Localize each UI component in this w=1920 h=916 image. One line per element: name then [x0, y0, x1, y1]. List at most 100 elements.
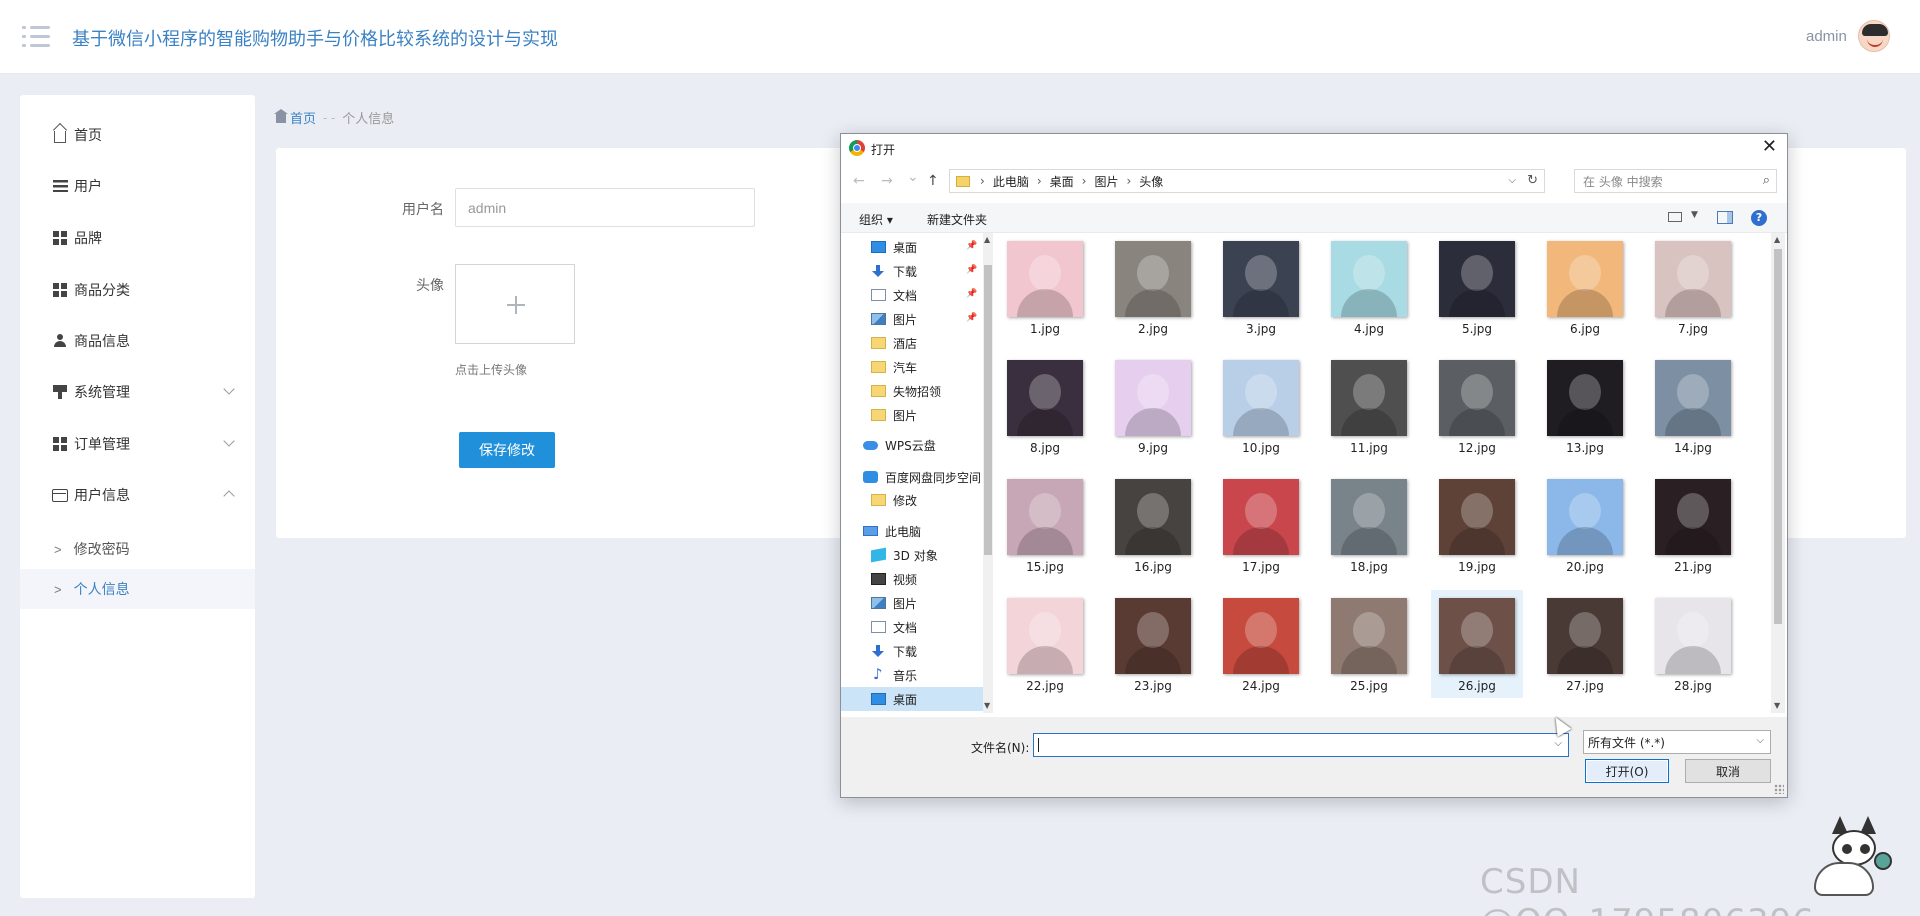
path-crumb[interactable]: 图片 [1094, 173, 1118, 190]
chevron-down-icon[interactable]: ⌵ [1508, 175, 1516, 186]
avatar-upload-box[interactable] [455, 264, 575, 344]
file-item[interactable]: 24.jpg [1215, 590, 1307, 698]
sidebar-item-label: 商品信息 [74, 333, 130, 349]
file-item[interactable]: 12.jpg [1431, 352, 1523, 460]
path-crumb[interactable]: 此电脑 [993, 173, 1029, 190]
chevron-down-icon[interactable]: ⌵ [1554, 738, 1562, 749]
file-item[interactable]: 22.jpg [999, 590, 1091, 698]
tree-item[interactable]: 视频 [841, 567, 983, 591]
username-input[interactable]: admin [455, 188, 755, 227]
tree-item[interactable]: 音乐 [841, 663, 983, 687]
search-input[interactable]: 在 头像 中搜索 ⌕ [1574, 169, 1777, 193]
tree-item[interactable]: 图片 [841, 591, 983, 615]
file-item[interactable]: 9.jpg [1107, 352, 1199, 460]
file-item[interactable]: 28.jpg [1647, 590, 1739, 698]
file-item[interactable]: 26.jpg [1431, 590, 1523, 698]
scroll-thumb[interactable] [984, 265, 992, 555]
scroll-up-icon[interactable]: ▲ [984, 235, 990, 244]
file-item[interactable]: 13.jpg [1539, 352, 1631, 460]
address-bar[interactable]: › 此电脑 › 桌面 › 图片 › 头像 ⌵ ↻ [949, 169, 1545, 193]
sidebar-item-orders[interactable]: 订单管理 [20, 424, 255, 464]
file-item[interactable]: 19.jpg [1431, 471, 1523, 579]
view-options-icon[interactable] [1668, 212, 1682, 222]
user-name[interactable]: admin [1806, 28, 1847, 45]
path-crumb[interactable]: 头像 [1139, 173, 1163, 190]
refresh-icon[interactable]: ↻ [1527, 173, 1538, 188]
sidebar-item-category[interactable]: 商品分类 [20, 270, 255, 310]
resize-grip-icon[interactable] [1774, 784, 1784, 794]
tree-item[interactable]: 桌面 [841, 687, 983, 711]
save-button[interactable]: 保存修改 [459, 432, 555, 468]
scroll-down-icon[interactable]: ▼ [984, 701, 990, 710]
file-item[interactable]: 2.jpg [1107, 233, 1199, 341]
tree-item[interactable]: 下载 📌 [841, 259, 983, 283]
tree-item[interactable]: 图片 📌 [841, 307, 983, 331]
close-icon[interactable]: ✕ [1762, 138, 1777, 156]
scroll-down-icon[interactable]: ▼ [1774, 701, 1780, 710]
sidebar-item-userinfo[interactable]: 用户信息 [20, 475, 255, 515]
file-item[interactable]: 20.jpg [1539, 471, 1631, 579]
path-crumb[interactable]: 桌面 [1050, 173, 1074, 190]
tree-item[interactable]: 汽车 [841, 355, 983, 379]
new-folder-button[interactable]: 新建文件夹 [927, 211, 987, 228]
sidebar-item-system[interactable]: 系统管理 [20, 372, 255, 412]
help-icon[interactable]: ? [1751, 210, 1767, 226]
tree-item[interactable]: 文档 [841, 615, 983, 639]
dialog-titlebar[interactable]: 打开 ✕ [841, 134, 1787, 162]
file-item[interactable]: 7.jpg [1647, 233, 1739, 341]
sidebar-item-users[interactable]: 用户 [20, 166, 255, 206]
open-button[interactable]: 打开(O) [1585, 759, 1669, 783]
menu-toggle-icon[interactable] [22, 26, 50, 48]
file-item[interactable]: 16.jpg [1107, 471, 1199, 579]
file-item[interactable]: 3.jpg [1215, 233, 1307, 341]
file-item[interactable]: 10.jpg [1215, 352, 1307, 460]
breadcrumb-separator: - - [323, 110, 336, 125]
file-item[interactable]: 23.jpg [1107, 590, 1199, 698]
breadcrumb-home[interactable]: 首页 [290, 108, 316, 127]
tree-item[interactable]: 此电脑 [841, 519, 983, 543]
filename-input[interactable]: ⌵ [1033, 733, 1569, 757]
file-item[interactable]: 27.jpg [1539, 590, 1631, 698]
file-item[interactable]: 1.jpg [999, 233, 1091, 341]
tree-item[interactable]: 百度网盘同步空间 [841, 465, 983, 489]
sidebar-subitem-profile[interactable]: > 个人信息 [20, 569, 255, 609]
tree-item[interactable]: 失物招领 [841, 379, 983, 403]
scroll-up-icon[interactable]: ▲ [1774, 235, 1780, 244]
recent-locations-icon[interactable]: ⌄ [907, 169, 919, 185]
chevron-down-icon[interactable]: ▼ [1691, 210, 1698, 220]
file-item[interactable]: 14.jpg [1647, 352, 1739, 460]
preview-pane-icon[interactable] [1717, 211, 1733, 224]
tree-item[interactable]: 修改 [841, 488, 983, 512]
tree-item[interactable]: 3D 对象 [841, 543, 983, 567]
tree-item[interactable]: 桌面 📌 [841, 235, 983, 259]
tree-scrollbar[interactable]: ▲ ▼ [983, 233, 993, 713]
back-arrow-icon[interactable]: ← [853, 173, 865, 189]
organize-menu[interactable]: 组织 ▾ [859, 211, 893, 228]
file-item[interactable]: 4.jpg [1323, 233, 1415, 341]
sidebar-item-brand[interactable]: 品牌 [20, 218, 255, 258]
tree-item[interactable]: 文档 📌 [841, 283, 983, 307]
file-item[interactable]: 21.jpg [1647, 471, 1739, 579]
sidebar-item-home[interactable]: 首页 [20, 115, 255, 155]
scroll-thumb[interactable] [1774, 249, 1782, 624]
file-item[interactable]: 11.jpg [1323, 352, 1415, 460]
file-type-select[interactable]: 所有文件 (*.*) ⌵ [1583, 730, 1771, 754]
cancel-button[interactable]: 取消 [1685, 759, 1771, 783]
file-item[interactable]: 25.jpg [1323, 590, 1415, 698]
tree-item[interactable]: 酒店 [841, 331, 983, 355]
tree-item[interactable]: 图片 [841, 403, 983, 427]
sidebar-subitem-change-password[interactable]: > 修改密码 [20, 529, 255, 569]
forward-arrow-icon[interactable]: → [881, 173, 893, 189]
file-item[interactable]: 8.jpg [999, 352, 1091, 460]
up-arrow-icon[interactable]: ↑ [927, 173, 939, 189]
tree-item[interactable]: 下载 [841, 639, 983, 663]
file-item[interactable]: 15.jpg [999, 471, 1091, 579]
avatar[interactable] [1858, 20, 1890, 52]
file-item[interactable]: 6.jpg [1539, 233, 1631, 341]
file-item[interactable]: 5.jpg [1431, 233, 1523, 341]
file-scrollbar[interactable]: ▲ ▼ [1771, 233, 1785, 713]
file-item[interactable]: 17.jpg [1215, 471, 1307, 579]
sidebar-item-product[interactable]: 商品信息 [20, 321, 255, 361]
tree-item[interactable]: WPS云盘 [841, 433, 983, 457]
file-item[interactable]: 18.jpg [1323, 471, 1415, 579]
